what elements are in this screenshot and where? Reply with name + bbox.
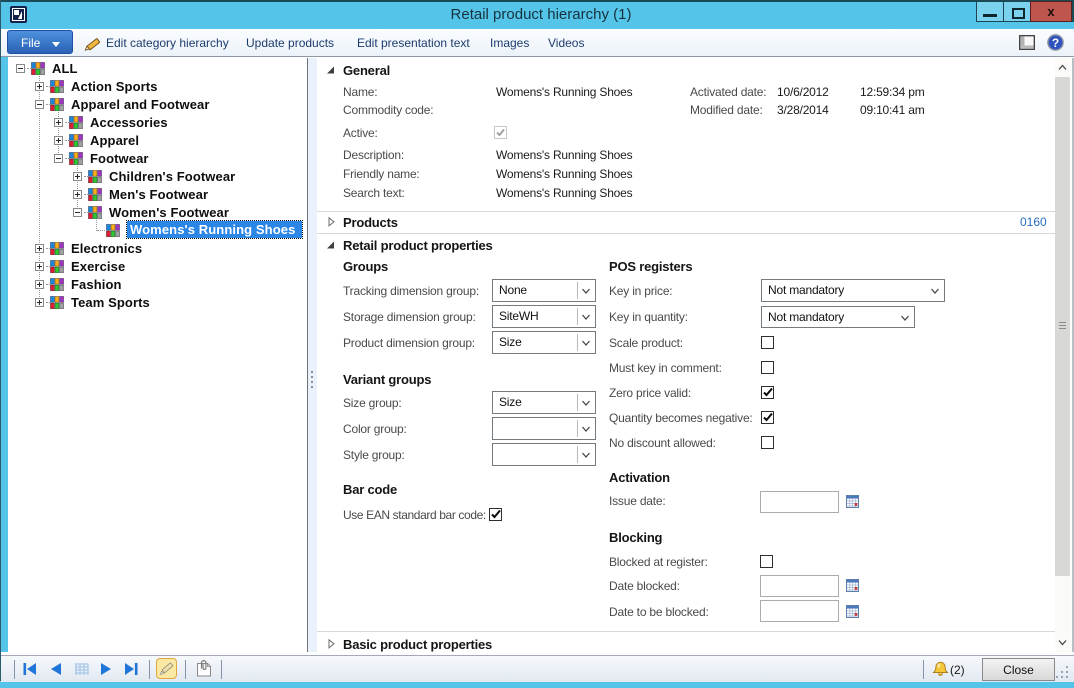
svg-text:?: ? xyxy=(1052,36,1059,50)
